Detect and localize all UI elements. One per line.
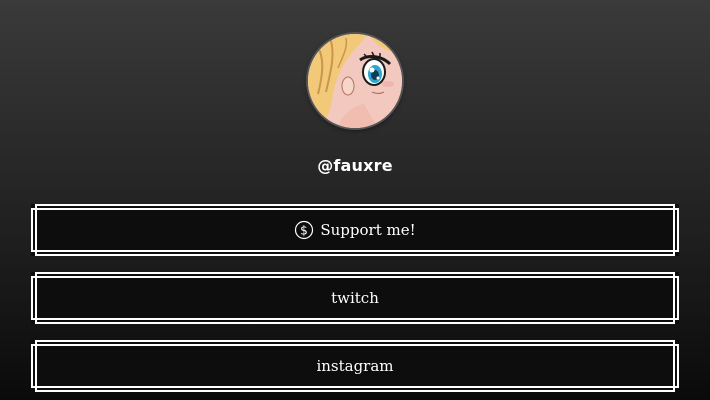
- button-content: twitch: [31, 272, 679, 324]
- instagram-button[interactable]: instagram: [31, 340, 679, 392]
- twitch-label: twitch: [331, 289, 379, 307]
- anime-girl-avatar-icon: [308, 34, 402, 128]
- svg-text:$: $: [301, 224, 309, 238]
- support-me-label: Support me!: [320, 221, 416, 239]
- profile-avatar: [308, 34, 402, 128]
- twitch-button[interactable]: twitch: [31, 272, 679, 324]
- button-content: $ Support me!: [31, 204, 679, 256]
- button-content: instagram: [31, 340, 679, 392]
- support-me-button[interactable]: $ Support me!: [31, 204, 679, 256]
- instagram-label: instagram: [316, 357, 394, 375]
- profile-handle: @fauxre: [317, 156, 393, 175]
- dollar-circle-icon: $: [295, 220, 314, 240]
